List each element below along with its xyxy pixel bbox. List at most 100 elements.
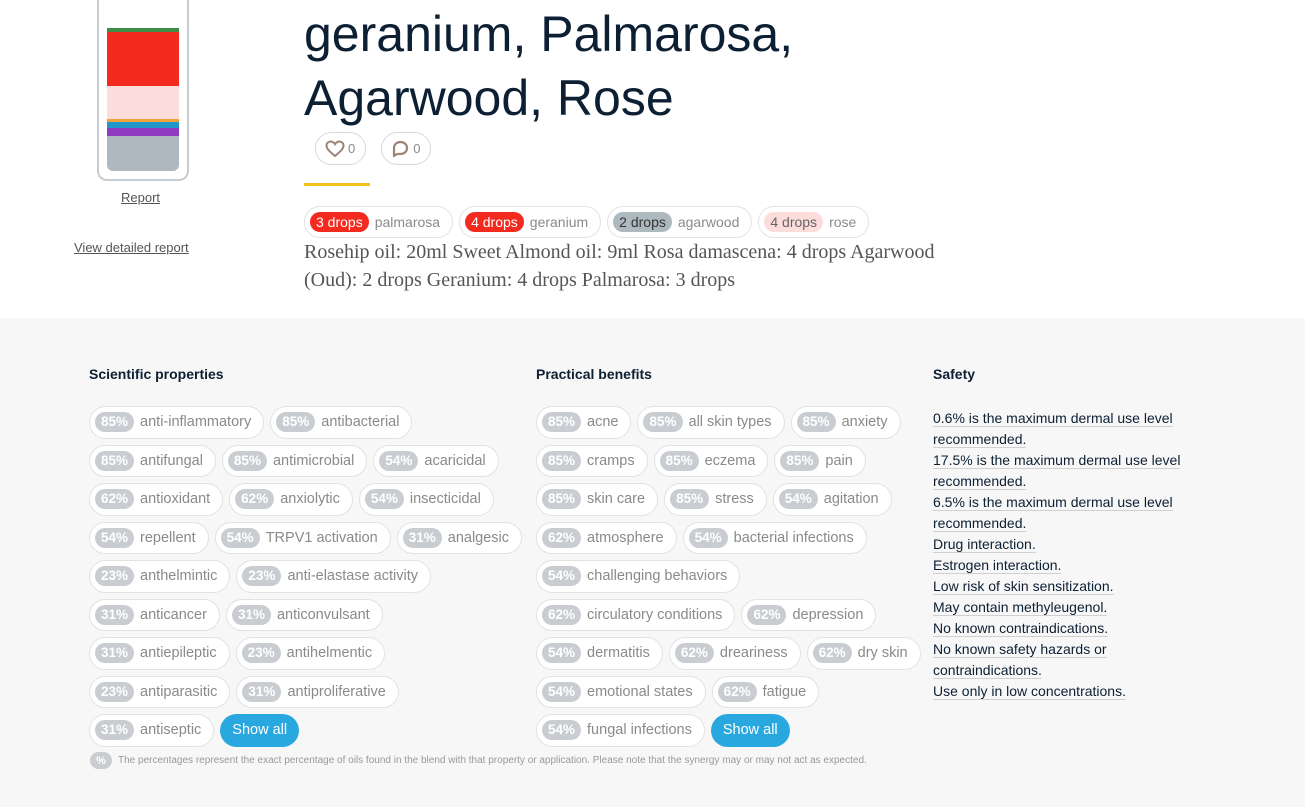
scientific-property-tag[interactable]: 31% antiseptic	[89, 714, 215, 747]
safety-item[interactable]: Drug interaction.	[933, 534, 1203, 555]
percentage-badge: 85%	[542, 412, 582, 433]
scientific-property-tag[interactable]: 31% anticonvulsant	[225, 598, 383, 631]
tag-label: all skin types	[688, 414, 772, 431]
tag-label: bacterial infections	[733, 529, 854, 546]
practical-benefit-show-all-button[interactable]: Show all	[710, 714, 790, 747]
safety-item-text: Drug interaction.	[933, 536, 1036, 553]
practical-benefit-tag[interactable]: 54% bacterial infections	[682, 521, 867, 554]
tag-label: antiepileptic	[140, 645, 217, 662]
percentage-badge: 23%	[95, 681, 135, 702]
percentage-badge: 62%	[542, 604, 582, 625]
bottle-layer-geranium	[107, 32, 179, 86]
percent-badge: %	[90, 752, 112, 769]
safety-item[interactable]: No known safety hazards or contraindicat…	[933, 639, 1203, 681]
practical-benefit-tag[interactable]: 54% dermatitis	[536, 637, 663, 670]
practical-benefit-tag[interactable]: 85% all skin types	[637, 406, 785, 439]
safety-item[interactable]: Use only in low concentrations.	[933, 681, 1203, 702]
practical-benefit-tag[interactable]: 85% anxiety	[790, 406, 901, 439]
percentage-badge: 62%	[717, 681, 757, 702]
percentage-badge: 54%	[364, 489, 404, 510]
percentage-badge: 54%	[542, 720, 582, 741]
safety-item[interactable]: May contain methyleugenol.	[933, 597, 1203, 618]
safety-item[interactable]: 6.5% is the maximum dermal use level rec…	[933, 492, 1203, 534]
drop-count: 4 drops	[764, 212, 824, 232]
practical-benefit-tag[interactable]: 85% stress	[664, 483, 767, 516]
tag-label: TRPV1 activation	[265, 529, 378, 546]
scientific-property-tag[interactable]: 31% analgesic	[396, 521, 523, 554]
practical-benefit-tag[interactable]: 62% dry skin	[806, 637, 921, 670]
scientific-property-tag[interactable]: 31% antiproliferative	[236, 675, 399, 708]
scientific-property-tag[interactable]: 62% anxiolytic	[229, 483, 353, 516]
practical-benefit-tag[interactable]: 62% circulatory conditions	[536, 598, 736, 631]
safety-item[interactable]: No known contraindications.	[933, 618, 1203, 639]
practical-benefit-tag[interactable]: 85% pain	[774, 444, 866, 477]
drop-chip-agarwood[interactable]: 2 drops agarwood	[607, 206, 753, 238]
scientific-property-tag[interactable]: 54% repellent	[89, 521, 209, 554]
scientific-property-tag[interactable]: 23% antiparasitic	[89, 675, 231, 708]
tag-label: antihelmentic	[286, 645, 373, 662]
scientific-property-tag[interactable]: 54% acaricidal	[373, 444, 499, 477]
tag-label: challenging behaviors	[587, 568, 728, 585]
practical-benefit-tag[interactable]: 54% challenging behaviors	[536, 560, 741, 593]
drop-chip-palmarosa[interactable]: 3 drops palmarosa	[304, 206, 454, 238]
blend-bottle-image	[97, 0, 189, 181]
scientific-property-tag[interactable]: 85% antibacterial	[270, 406, 413, 439]
blend-header: Report View detailed report geranium, Pa…	[0, 0, 1305, 318]
percentage-badge: 31%	[402, 527, 442, 548]
practical-benefit-tag[interactable]: 62% dreariness	[668, 637, 801, 670]
percentage-badge: 23%	[241, 643, 281, 664]
drop-chip-rose[interactable]: 4 drops rose	[758, 206, 870, 238]
safety-item[interactable]: Estrogen interaction.	[933, 555, 1203, 576]
scientific-property-tag[interactable]: 85% anti-inflammatory	[89, 406, 265, 439]
practical-benefit-tag[interactable]: 54% emotional states	[536, 675, 706, 708]
report-link[interactable]: Report	[121, 190, 160, 205]
safety-item[interactable]: Low risk of skin sensitization.	[933, 576, 1203, 597]
practical-benefit-tag[interactable]: 54% fungal infections	[536, 714, 705, 747]
practical-benefit-tag[interactable]: 62% fatigue	[711, 675, 820, 708]
scientific-property-tag[interactable]: 23% antihelmentic	[235, 637, 386, 670]
practical-benefit-tag[interactable]: 85% skin care	[536, 483, 659, 516]
recipe-text: Rosehip oil: 20ml Sweet Almond oil: 9ml …	[304, 241, 935, 291]
tag-label: pain	[825, 452, 853, 469]
practical-benefit-tag[interactable]: 62% depression	[741, 598, 877, 631]
percentage-badge: 62%	[674, 643, 714, 664]
tag-label: antibacterial	[321, 414, 400, 431]
tag-label: insecticidal	[409, 491, 481, 508]
comment-button[interactable]: 0	[381, 132, 432, 165]
scientific-property-tag[interactable]: 62% antioxidant	[89, 483, 224, 516]
safety-item[interactable]: 17.5% is the maximum dermal use level re…	[933, 450, 1203, 492]
scientific-property-tag[interactable]: 85% antimicrobial	[221, 444, 368, 477]
percentage-badge: 31%	[242, 681, 282, 702]
scientific-property-tag[interactable]: 31% anticancer	[89, 598, 220, 631]
drop-chip-geranium[interactable]: 4 drops geranium	[459, 206, 602, 238]
bottle-layer-agarwood	[107, 136, 179, 171]
scientific-property-tag[interactable]: 23% anthelmintic	[89, 560, 231, 593]
tag-label: analgesic	[447, 529, 510, 546]
practical-benefit-tag[interactable]: 54% agitation	[772, 483, 892, 516]
practical-benefit-tag[interactable]: 85% eczema	[653, 444, 769, 477]
like-button[interactable]: 0	[315, 132, 367, 165]
tag-label: anxiety	[841, 414, 888, 431]
tag-label: repellent	[140, 529, 196, 546]
comment-count: 0	[413, 141, 421, 156]
view-detailed-report-link[interactable]: View detailed report	[74, 240, 189, 255]
tag-label: dreariness	[719, 645, 788, 662]
practical-benefit-tag[interactable]: 62% atmosphere	[536, 521, 677, 554]
safety-item[interactable]: 0.6% is the maximum dermal use level rec…	[933, 408, 1203, 450]
percentage-badge: 54%	[95, 527, 135, 548]
percentage-badge: 54%	[220, 527, 260, 548]
scientific-property-tag[interactable]: 54% TRPV1 activation	[214, 521, 391, 554]
scientific-property-show-all-button[interactable]: Show all	[220, 714, 300, 747]
scientific-property-tag[interactable]: 31% antiepileptic	[89, 637, 230, 670]
scientific-property-tag[interactable]: 54% insecticidal	[358, 483, 494, 516]
comment-icon	[393, 140, 409, 157]
practical-benefit-tag[interactable]: 85% acne	[536, 406, 632, 439]
practical-benefit-tag[interactable]: 85% cramps	[536, 444, 648, 477]
safety-item-text: 17.5% is the maximum dermal use level re…	[933, 452, 1181, 490]
scientific-property-tag[interactable]: 23% anti-elastase activity	[236, 560, 431, 593]
tag-label: antiseptic	[140, 722, 202, 739]
tag-label: stress	[715, 491, 754, 508]
scientific-property-tag[interactable]: 85% antifungal	[89, 444, 216, 477]
percentage-badge: 85%	[227, 450, 267, 471]
percentage-badge: 85%	[95, 450, 135, 471]
